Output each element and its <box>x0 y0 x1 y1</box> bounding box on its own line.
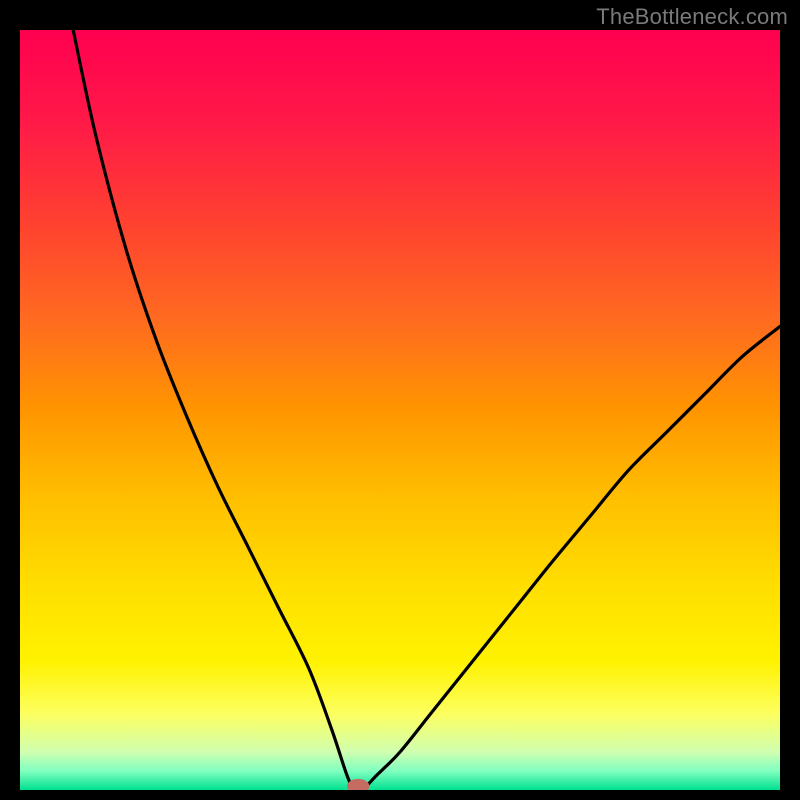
gradient-background <box>20 30 780 790</box>
minimum-marker <box>348 779 369 790</box>
chart-frame: TheBottleneck.com <box>0 0 800 800</box>
attribution-label: TheBottleneck.com <box>596 4 788 30</box>
bottleneck-chart <box>20 30 780 790</box>
plot-area <box>20 30 780 790</box>
